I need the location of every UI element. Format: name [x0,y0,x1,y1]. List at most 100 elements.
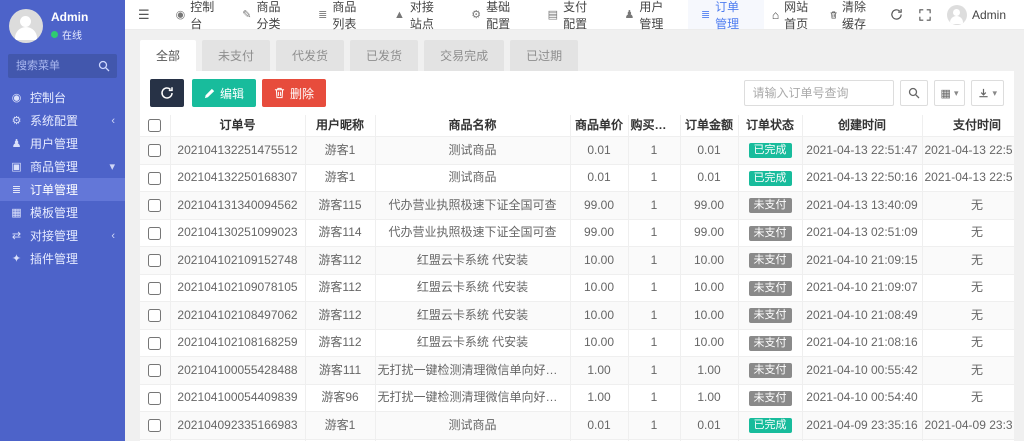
cart-icon: ▣ [10,160,23,173]
tab-已过期[interactable]: 已过期 [510,40,578,71]
column-header[interactable]: 购买数量 [628,115,680,137]
order-amount: 0.01 [680,164,738,192]
product-name: 红盟云卡系统 代安装 [375,329,570,357]
topnav-item-用户管理[interactable]: ♟ 用户管理 [612,0,688,29]
avatar[interactable] [9,9,43,43]
column-header[interactable]: 创建时间 [802,115,922,137]
unit-price: 10.00 [570,329,628,357]
table-row: 202104102109152748 游客112 红盟云卡系统 代安装 10.0… [140,247,1014,275]
paid-time: 无 [922,329,1014,357]
order-amount: 99.00 [680,219,738,247]
sidebar-item-系统配置[interactable]: ⚙ 系统配置 ‹ [0,109,125,132]
user-nickname: 游客1 [305,164,375,192]
order-amount: 1.00 [680,357,738,385]
order-amount: 10.00 [680,329,738,357]
export-button[interactable]: ▾ [971,80,1004,106]
order-amount: 10.00 [680,247,738,275]
tab-未支付[interactable]: 未支付 [202,40,270,71]
product-name: 红盟云卡系统 代安装 [375,247,570,275]
refresh-icon[interactable] [882,0,911,29]
row-checkbox[interactable] [148,199,161,212]
sidebar: Admin 在线 ◉ 控制台 ⚙ 系统配置 ‹ ♟ 用户管理 ▣ 商品管理 ▾ … [0,0,125,441]
row-checkbox[interactable] [148,227,161,240]
sidebar-item-订单管理[interactable]: ≣ 订单管理 [0,178,125,201]
tab-已发货[interactable]: 已发货 [350,40,418,71]
row-checkbox[interactable] [148,309,161,322]
link-icon: ⇄ [10,229,23,242]
fullscreen-icon[interactable] [911,0,939,29]
user-nickname: 游客1 [305,137,375,165]
sidebar-item-模板管理[interactable]: ▦ 模板管理 [0,201,125,224]
product-name: 红盟云卡系统 代安装 [375,274,570,302]
order-amount: 0.01 [680,137,738,165]
row-checkbox[interactable] [148,254,161,267]
row-checkbox[interactable] [148,172,161,185]
row-checkbox[interactable] [148,364,161,377]
user-nickname: 游客114 [305,219,375,247]
site-home-link[interactable]: ⌂ 网站首页 [764,0,822,29]
row-checkbox[interactable] [148,144,161,157]
tab-交易完成[interactable]: 交易完成 [424,40,504,71]
unit-price: 99.00 [570,219,628,247]
dashboard-icon: ◉ [176,8,186,21]
quantity: 1 [628,192,680,220]
column-header[interactable]: 支付时间 [922,115,1014,137]
order-number: 202104092335166983 [170,412,305,440]
topnav-item-订单管理[interactable]: ≣ 订单管理 [688,0,764,29]
sidebar-item-插件管理[interactable]: ✦ 插件管理 [0,247,125,270]
chevron-icon: ▾ [109,160,115,173]
payment-icon: ▤ [548,8,558,21]
user-nickname: 游客112 [305,329,375,357]
paid-time: 无 [922,357,1014,385]
row-checkbox[interactable] [148,392,161,405]
row-checkbox[interactable] [148,282,161,295]
sidebar-item-控制台[interactable]: ◉ 控制台 [0,86,125,109]
table-row: 202104131340094562 游客115 代办营业执照极速下证全国可查 … [140,192,1014,220]
created-time: 2021-04-10 00:55:42 [802,357,922,385]
sidebar-item-商品管理[interactable]: ▣ 商品管理 ▾ [0,155,125,178]
unit-price: 10.00 [570,274,628,302]
select-all-checkbox[interactable] [148,119,161,132]
unit-price: 10.00 [570,247,628,275]
menu-toggle-icon[interactable]: ☰ [125,7,163,23]
created-time: 2021-04-10 21:09:07 [802,274,922,302]
search-icon [908,87,920,99]
search-button[interactable] [900,80,928,106]
order-amount: 1.00 [680,384,738,412]
row-checkbox[interactable] [148,337,161,350]
column-header[interactable]: 订单号 [170,115,305,137]
status-badge: 未支付 [749,253,792,268]
topnav-user[interactable]: Admin [939,0,1014,29]
columns-button[interactable]: ▦▾ [934,80,966,106]
plugin-icon: ✦ [10,252,23,265]
product-name: 测试商品 [375,164,570,192]
column-header[interactable]: 用户昵称 [305,115,375,137]
column-header[interactable]: 订单金额 [680,115,738,137]
tab-代发货[interactable]: 代发货 [276,40,344,71]
row-checkbox[interactable] [148,419,161,432]
user-icon: ♟ [10,137,23,150]
tab-全部[interactable]: 全部 [140,40,196,71]
column-header[interactable]: 商品名称 [375,115,570,137]
topnav-item-商品列表[interactable]: ≣ 商品列表 [305,0,381,29]
order-list-icon: ≣ [701,8,710,21]
topnav-item-控制台[interactable]: ◉ 控制台 [163,0,230,29]
delete-button[interactable]: 删除 [262,79,326,107]
paid-time: 无 [922,192,1014,220]
sidebar-item-用户管理[interactable]: ♟ 用户管理 [0,132,125,155]
column-header[interactable]: 商品单价 [570,115,628,137]
trash-icon [274,87,285,99]
sitemap-icon: ▲ [394,9,405,21]
clear-cache-button[interactable]: 清除缓存 [822,0,882,29]
column-header[interactable]: 订单状态 [738,115,802,137]
refresh-button[interactable] [150,79,184,107]
topnav-item-商品分类[interactable]: ✎ 商品分类 [229,0,305,29]
sidebar-item-对接管理[interactable]: ⇄ 对接管理 ‹ [0,224,125,247]
gear-icon: ⚙ [471,8,481,21]
edit-button[interactable]: 编辑 [192,79,256,107]
table-row: 202104132250168307 游客1 测试商品 0.01 1 0.01 … [140,164,1014,192]
order-search-input[interactable] [744,80,894,106]
topnav-item-基础配置[interactable]: ⚙ 基础配置 [458,0,534,29]
topnav-item-支付配置[interactable]: ▤ 支付配置 [535,0,612,29]
topnav-item-对接站点[interactable]: ▲ 对接站点 [381,0,458,29]
